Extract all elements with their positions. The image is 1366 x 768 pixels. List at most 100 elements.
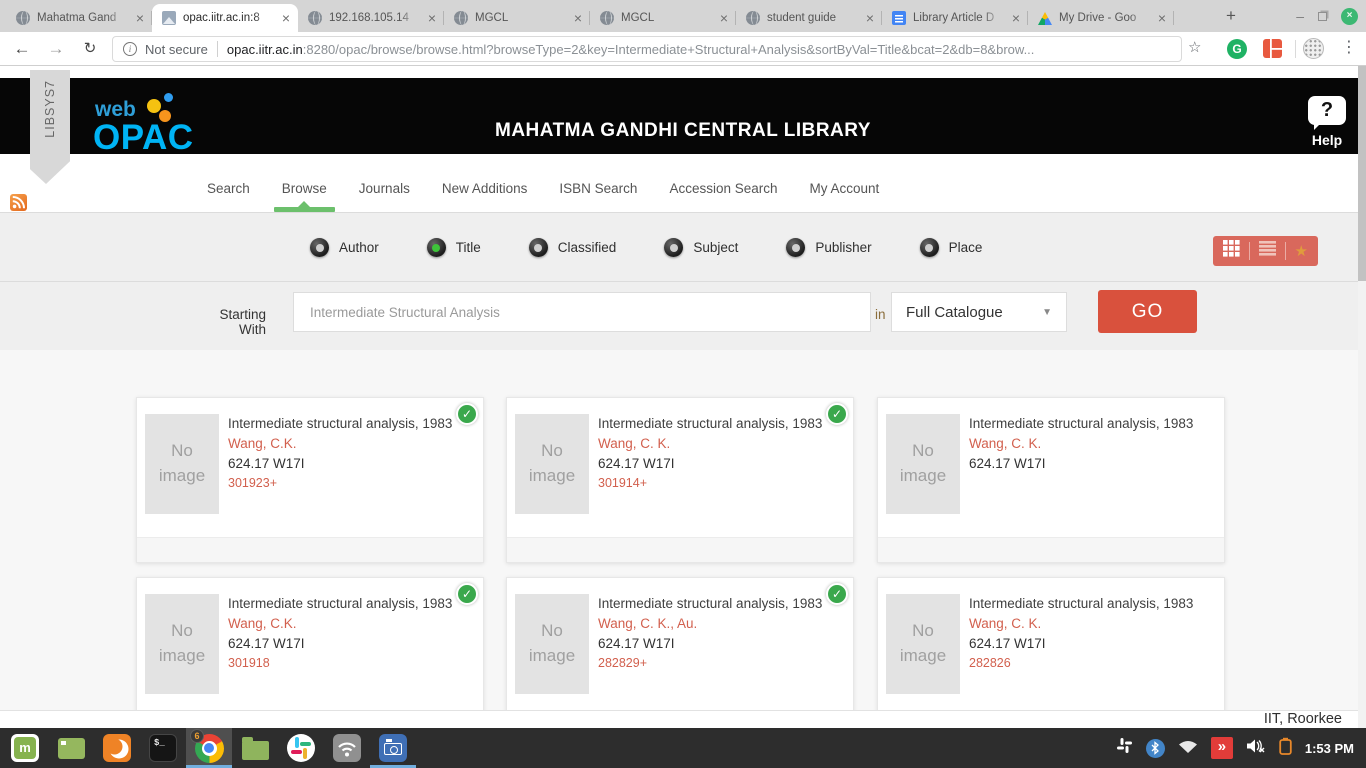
nav-browse[interactable]: Browse	[280, 168, 329, 209]
slack-tray-icon[interactable]	[1116, 737, 1133, 759]
firefox-launcher[interactable]	[94, 728, 140, 768]
result-title[interactable]: Intermediate structural analysis, 1983	[969, 596, 1214, 611]
go-button[interactable]: GO	[1098, 290, 1197, 333]
url-field[interactable]: i Not secure opac.iitr.ac.in :8280/opac/…	[112, 36, 1182, 62]
url-host: opac.iitr.ac.in	[227, 42, 303, 57]
screenshot-tool-launcher[interactable]	[370, 728, 416, 768]
tab-close-icon[interactable]: ×	[280, 11, 292, 25]
help-button[interactable]: ? Help	[1304, 96, 1350, 148]
result-author[interactable]: Wang, C. K., Au.	[598, 616, 843, 631]
page-scrollbar[interactable]	[1358, 66, 1366, 728]
result-card[interactable]: No image Intermediate structural analysi…	[877, 397, 1225, 563]
result-title[interactable]: Intermediate structural analysis, 1983	[969, 416, 1214, 431]
taskbar-clock[interactable]: 1:53 PM	[1305, 741, 1354, 756]
tab-close-icon[interactable]: ×	[864, 11, 876, 25]
tab-close-icon[interactable]: ×	[572, 11, 584, 25]
list-view-icon[interactable]	[1259, 241, 1276, 261]
result-title[interactable]: Intermediate structural analysis, 1983	[598, 596, 843, 611]
nav-my-account[interactable]: My Account	[808, 168, 882, 209]
mint-menu-button[interactable]: m	[2, 728, 48, 768]
result-author[interactable]: Wang, C. K.	[969, 616, 1214, 631]
bluetooth-icon[interactable]	[1146, 739, 1165, 758]
result-accession: 282829+	[598, 656, 843, 670]
rss-icon[interactable]	[10, 194, 27, 211]
radio-classified[interactable]: Classified	[529, 238, 617, 257]
scrollbar-thumb[interactable]	[1358, 66, 1366, 281]
result-title[interactable]: Intermediate structural analysis, 1983	[228, 596, 473, 611]
tab-close-icon[interactable]: ×	[1010, 11, 1022, 25]
result-author[interactable]: Wang, C. K.	[969, 436, 1214, 451]
browser-tab-active[interactable]: opac.iitr.ac.in:8 ×	[152, 4, 298, 32]
anydesk-icon[interactable]: »	[1211, 737, 1233, 759]
wifi-tray-icon[interactable]	[1178, 738, 1198, 759]
chrome-launcher[interactable]: 6	[186, 728, 232, 768]
card-footer	[137, 537, 483, 562]
bookmark-star-icon[interactable]: ☆	[1188, 38, 1201, 56]
browser-tab[interactable]: 192.168.105.14 ×	[298, 4, 444, 32]
logo-dot-blue	[164, 93, 173, 102]
back-button[interactable]: ←	[10, 37, 34, 61]
catalogue-scope-select[interactable]: Full Catalogue ▼	[891, 292, 1067, 332]
result-author[interactable]: Wang, C.K.	[228, 436, 473, 451]
nav-search[interactable]: Search	[205, 168, 252, 209]
window-maximize-button[interactable]	[1318, 12, 1327, 21]
browser-tab[interactable]: student guide ×	[736, 4, 882, 32]
tab-close-icon[interactable]: ×	[718, 11, 730, 25]
webopac-logo[interactable]: web OPAC	[95, 96, 225, 160]
tab-close-icon[interactable]: ×	[134, 11, 146, 25]
show-desktop-button[interactable]	[48, 728, 94, 768]
nav-new-additions[interactable]: New Additions	[440, 168, 530, 209]
radio-subject[interactable]: Subject	[664, 238, 738, 257]
tab-close-icon[interactable]: ×	[426, 11, 438, 25]
grammarly-extension-icon[interactable]: G	[1227, 39, 1247, 59]
browser-tab[interactable]: My Drive - Goo ×	[1028, 4, 1174, 32]
radio-icon	[786, 238, 805, 257]
grid-view-icon[interactable]	[1223, 240, 1240, 262]
result-card[interactable]: No image Intermediate structural analysi…	[506, 397, 854, 563]
slack-launcher[interactable]	[278, 728, 324, 768]
nav-isbn-search[interactable]: ISBN Search	[557, 168, 639, 209]
radio-place[interactable]: Place	[920, 238, 983, 257]
result-card[interactable]: No image Intermediate structural analysi…	[136, 577, 484, 728]
terminal-launcher[interactable]: $_	[140, 728, 186, 768]
browse-key-input[interactable]	[293, 292, 871, 332]
battery-icon[interactable]	[1279, 737, 1292, 760]
nav-journals[interactable]: Journals	[357, 168, 412, 209]
logo-opac-text: OPAC	[93, 118, 194, 158]
browser-tab[interactable]: Mahatma Gand ×	[6, 4, 152, 32]
result-card[interactable]: No image Intermediate structural analysi…	[506, 577, 854, 728]
result-accession: 301914+	[598, 476, 843, 490]
reload-button[interactable]: ↻	[78, 37, 102, 61]
result-author[interactable]: Wang, C. K.	[598, 436, 843, 451]
radio-publisher[interactable]: Publisher	[786, 238, 871, 257]
browser-tab[interactable]: Library Article D ×	[882, 4, 1028, 32]
window-close-button[interactable]: ×	[1341, 8, 1358, 25]
opac-page: web OPAC MAHATMA GANDHI CENTRAL LIBRARY …	[0, 66, 1366, 728]
browser-menu-icon[interactable]: ⋮	[1341, 37, 1357, 57]
volume-muted-icon[interactable]	[1246, 738, 1266, 759]
google-drive-favicon	[1038, 12, 1052, 25]
info-icon[interactable]: i	[123, 42, 137, 56]
browser-tab[interactable]: MGCL ×	[444, 4, 590, 32]
footer-text: IIT, Roorkee	[1264, 711, 1342, 727]
result-card[interactable]: No image Intermediate structural analysi…	[136, 397, 484, 563]
site-header: web OPAC MAHATMA GANDHI CENTRAL LIBRARY …	[0, 78, 1366, 154]
starting-with-label: Starting With	[190, 307, 266, 337]
network-tool-launcher[interactable]	[324, 728, 370, 768]
tab-close-icon[interactable]: ×	[1156, 11, 1168, 25]
nav-accession-search[interactable]: Accession Search	[667, 168, 779, 209]
window-minimize-button[interactable]: –	[1296, 8, 1304, 24]
radio-title[interactable]: Title	[427, 238, 481, 257]
radio-author[interactable]: Author	[310, 238, 379, 257]
files-launcher[interactable]	[232, 728, 278, 768]
result-card[interactable]: No image Intermediate structural analysi…	[877, 577, 1225, 728]
new-tab-button[interactable]: +	[1218, 3, 1244, 29]
result-author[interactable]: Wang, C.K.	[228, 616, 473, 631]
forward-button[interactable]: →	[44, 37, 68, 61]
result-title[interactable]: Intermediate structural analysis, 1983	[598, 416, 843, 431]
extension-icon[interactable]	[1263, 39, 1282, 58]
profile-avatar[interactable]	[1303, 38, 1324, 59]
result-title[interactable]: Intermediate structural analysis, 1983	[228, 416, 473, 431]
favorites-star-icon[interactable]: ★	[1295, 244, 1308, 259]
browser-tab[interactable]: MGCL ×	[590, 4, 736, 32]
